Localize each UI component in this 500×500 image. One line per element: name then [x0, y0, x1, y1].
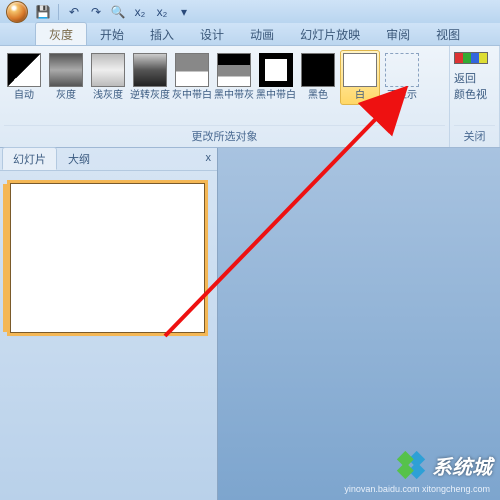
ribbon-group-change-object: 自动 灰度 浅灰度 逆转灰度 灰中带白 黑中带灰 黑中带白 黑色 白 不显示 更… [0, 46, 450, 147]
quick-access-toolbar: 💾 ↶ ↷ 🔍 x₂ x₂ ▾ [34, 3, 193, 21]
undo-icon[interactable]: ↶ [65, 3, 83, 21]
panel-tab-outline[interactable]: 大纲 [57, 147, 101, 170]
swatch-thumb [49, 53, 83, 87]
swatch-label: 灰中带白 [172, 91, 212, 102]
swatch-white[interactable]: 白 [340, 50, 380, 105]
back-to-color-button[interactable]: 返回 颜色视 [454, 52, 495, 102]
watermark-url: yinovan.baidu.com xitongcheng.com [344, 484, 490, 494]
thumbnail-area [0, 171, 217, 500]
swatch-thumb [385, 53, 419, 87]
close-icon[interactable]: x [206, 152, 212, 164]
back-label-1: 返回 [454, 70, 495, 86]
tab-home[interactable]: 开始 [87, 23, 137, 45]
print-preview-icon[interactable]: 🔍 [109, 3, 127, 21]
title-bar: 💾 ↶ ↷ 🔍 x₂ x₂ ▾ [0, 0, 500, 23]
tab-design[interactable]: 设计 [187, 23, 237, 45]
qat-dropdown-icon[interactable]: ▾ [175, 3, 193, 21]
grayscale-swatches: 自动 灰度 浅灰度 逆转灰度 灰中带白 黑中带灰 黑中带白 黑色 白 不显示 [4, 50, 445, 125]
swatch-gray-white[interactable]: 灰中带白 [172, 50, 212, 105]
swatch-none[interactable]: 不显示 [382, 50, 422, 105]
swatch-black[interactable]: 黑色 [298, 50, 338, 105]
group-label: 关闭 [454, 125, 495, 147]
slides-panel: 幻灯片 大纲 x [0, 148, 218, 500]
group-label: 更改所选对象 [4, 125, 445, 147]
ribbon-group-close: 返回 颜色视 关闭 [450, 46, 500, 147]
watermark: 系统城 [394, 448, 492, 482]
swatch-label: 自动 [14, 91, 34, 102]
superscript-icon[interactable]: x₂ [153, 3, 171, 21]
slide-thumbnail-1[interactable] [10, 183, 205, 333]
swatch-thumb [343, 53, 377, 87]
tab-animations[interactable]: 动画 [237, 23, 287, 45]
swatch-label: 灰度 [56, 91, 76, 102]
swatch-thumb [133, 53, 167, 87]
watermark-logo-icon [394, 448, 428, 482]
swatch-black-white[interactable]: 黑中带白 [256, 50, 296, 105]
swatch-label: 黑色 [308, 91, 328, 102]
swatch-thumb [91, 53, 125, 87]
swatch-label: 白 [355, 91, 365, 102]
office-button[interactable] [6, 1, 28, 23]
swatch-label: 逆转灰度 [130, 91, 170, 102]
color-strip-icon [454, 52, 488, 64]
swatch-lightgray[interactable]: 浅灰度 [88, 50, 128, 105]
separator [58, 4, 59, 20]
tab-review[interactable]: 审阅 [373, 23, 423, 45]
ribbon: 自动 灰度 浅灰度 逆转灰度 灰中带白 黑中带灰 黑中带白 黑色 白 不显示 更… [0, 46, 500, 148]
swatch-thumb [7, 53, 41, 87]
swatch-thumb [301, 53, 335, 87]
swatch-gray[interactable]: 灰度 [46, 50, 86, 105]
tab-slideshow[interactable]: 幻灯片放映 [287, 23, 373, 45]
swatch-label: 不显示 [387, 91, 417, 102]
swatch-label: 浅灰度 [93, 91, 123, 102]
swatch-black-gray[interactable]: 黑中带灰 [214, 50, 254, 105]
swatch-label: 黑中带白 [256, 91, 296, 102]
tab-grayscale[interactable]: 灰度 [35, 22, 87, 45]
panel-tabs: 幻灯片 大纲 x [0, 148, 217, 171]
swatch-auto[interactable]: 自动 [4, 50, 44, 105]
tab-insert[interactable]: 插入 [137, 23, 187, 45]
panel-tab-slides[interactable]: 幻灯片 [2, 147, 57, 170]
tab-view[interactable]: 视图 [423, 23, 473, 45]
swatch-thumb [217, 53, 251, 87]
swatch-thumb [259, 53, 293, 87]
redo-icon[interactable]: ↷ [87, 3, 105, 21]
subscript-icon[interactable]: x₂ [131, 3, 149, 21]
save-icon[interactable]: 💾 [34, 3, 52, 21]
swatch-thumb [175, 53, 209, 87]
ribbon-tabstrip: 灰度 开始 插入 设计 动画 幻灯片放映 审阅 视图 [0, 23, 500, 46]
watermark-text: 系统城 [432, 451, 492, 480]
back-label-2: 颜色视 [454, 86, 495, 102]
swatch-invert[interactable]: 逆转灰度 [130, 50, 170, 105]
swatch-label: 黑中带灰 [214, 91, 254, 102]
